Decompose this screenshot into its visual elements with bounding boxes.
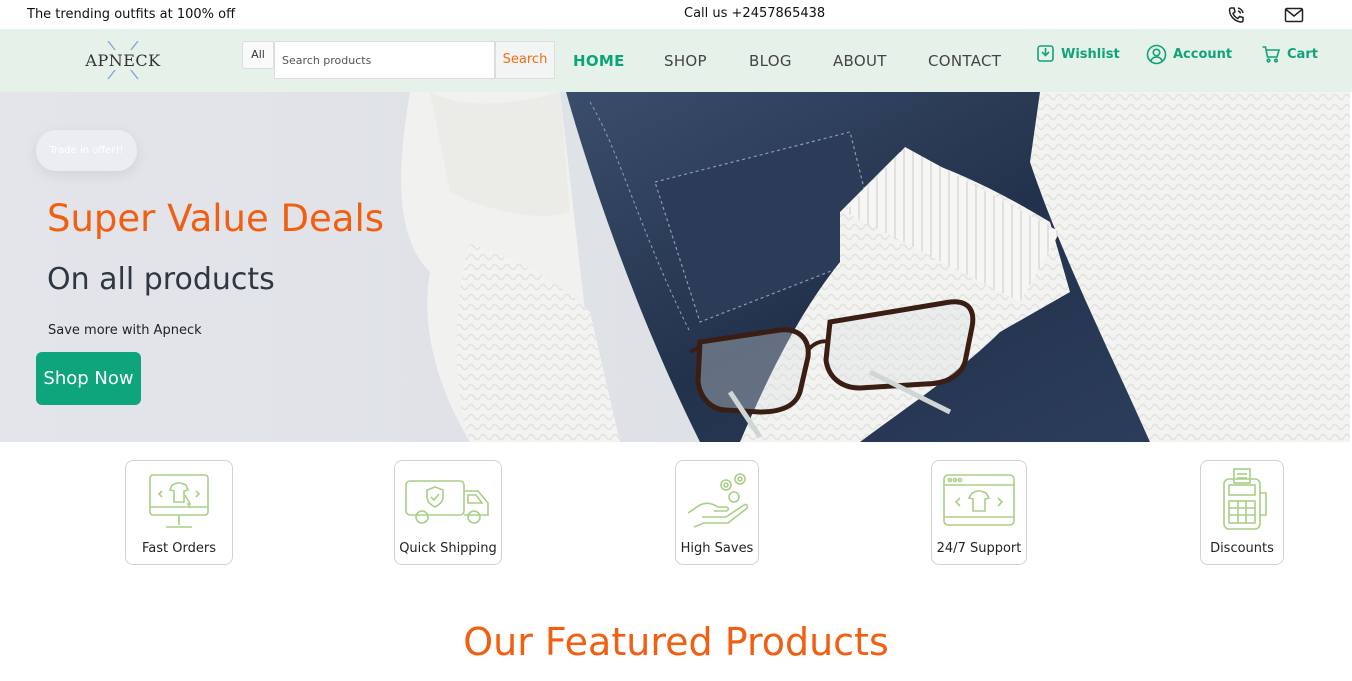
hero-banner: Trade in offer!! Super Value Deals On al… bbox=[0, 92, 1350, 442]
cart-icon bbox=[1262, 46, 1281, 63]
feature-fast-orders: Fast Orders bbox=[125, 460, 233, 565]
phone-number: Call us +2457865438 bbox=[684, 6, 826, 21]
feature-quick-shipping: Quick Shipping bbox=[394, 460, 502, 565]
shop-now-button[interactable]: Shop Now bbox=[36, 352, 141, 405]
account-label: Account bbox=[1173, 47, 1233, 62]
feature-label: Fast Orders bbox=[142, 541, 216, 556]
phone-icon[interactable] bbox=[1226, 5, 1246, 25]
wishlist-label: Wishlist bbox=[1061, 46, 1120, 62]
trade-in-badge: Trade in offer!! bbox=[36, 130, 137, 171]
nav-blog[interactable]: BLOG bbox=[749, 52, 792, 70]
search-input[interactable] bbox=[275, 42, 494, 78]
search-category-select[interactable]: All bbox=[242, 41, 274, 69]
promo-text: The trending outfits at 100% off bbox=[27, 7, 236, 22]
wishlist-link[interactable]: Wishlist bbox=[1036, 44, 1120, 64]
account-link[interactable]: Account bbox=[1146, 44, 1232, 65]
featured-products-heading: Our Featured Products bbox=[463, 620, 889, 664]
logo-text: APNECK bbox=[85, 51, 161, 70]
cart-link[interactable]: Cart bbox=[1261, 44, 1318, 64]
nav-shop[interactable]: SHOP bbox=[664, 52, 707, 70]
delivery-truck-icon bbox=[405, 480, 489, 524]
account-icon bbox=[1146, 44, 1167, 65]
feature-label: Discounts bbox=[1210, 541, 1274, 556]
search-input-box[interactable] bbox=[274, 41, 495, 79]
nav-home[interactable]: HOME bbox=[573, 52, 625, 70]
hero-subtitle: On all products bbox=[47, 262, 275, 297]
search-button[interactable]: Search bbox=[495, 41, 555, 79]
coin-hand-icon bbox=[687, 473, 749, 528]
feature-label: 24/7 Support bbox=[936, 541, 1022, 556]
main-header: APNECK All Search HOME SHOP BLOG ABOUT C… bbox=[0, 29, 1352, 92]
pos-terminal-icon bbox=[1223, 468, 1267, 530]
nav-contact[interactable]: CONTACT bbox=[928, 52, 1001, 70]
browser-shirt-icon bbox=[943, 474, 1015, 526]
top-bar: The trending outfits at 100% off Call us… bbox=[0, 0, 1352, 29]
mail-icon[interactable] bbox=[1284, 5, 1304, 25]
nav-about[interactable]: ABOUT bbox=[833, 52, 887, 70]
wishlist-icon bbox=[1037, 45, 1054, 62]
hero-title: Super Value Deals bbox=[47, 197, 385, 240]
logo[interactable]: APNECK bbox=[83, 41, 163, 81]
hero-tagline: Save more with Apneck bbox=[48, 323, 202, 338]
feature-label: High Saves bbox=[680, 541, 754, 556]
feature-label: Quick Shipping bbox=[399, 541, 497, 556]
monitor-shirt-icon bbox=[149, 474, 209, 528]
feature-support: 24/7 Support bbox=[931, 460, 1027, 565]
feature-high-saves: High Saves bbox=[675, 460, 759, 565]
cart-label: Cart bbox=[1287, 46, 1318, 62]
search-bar: All Search bbox=[242, 41, 555, 79]
feature-discounts: Discounts bbox=[1200, 460, 1284, 565]
